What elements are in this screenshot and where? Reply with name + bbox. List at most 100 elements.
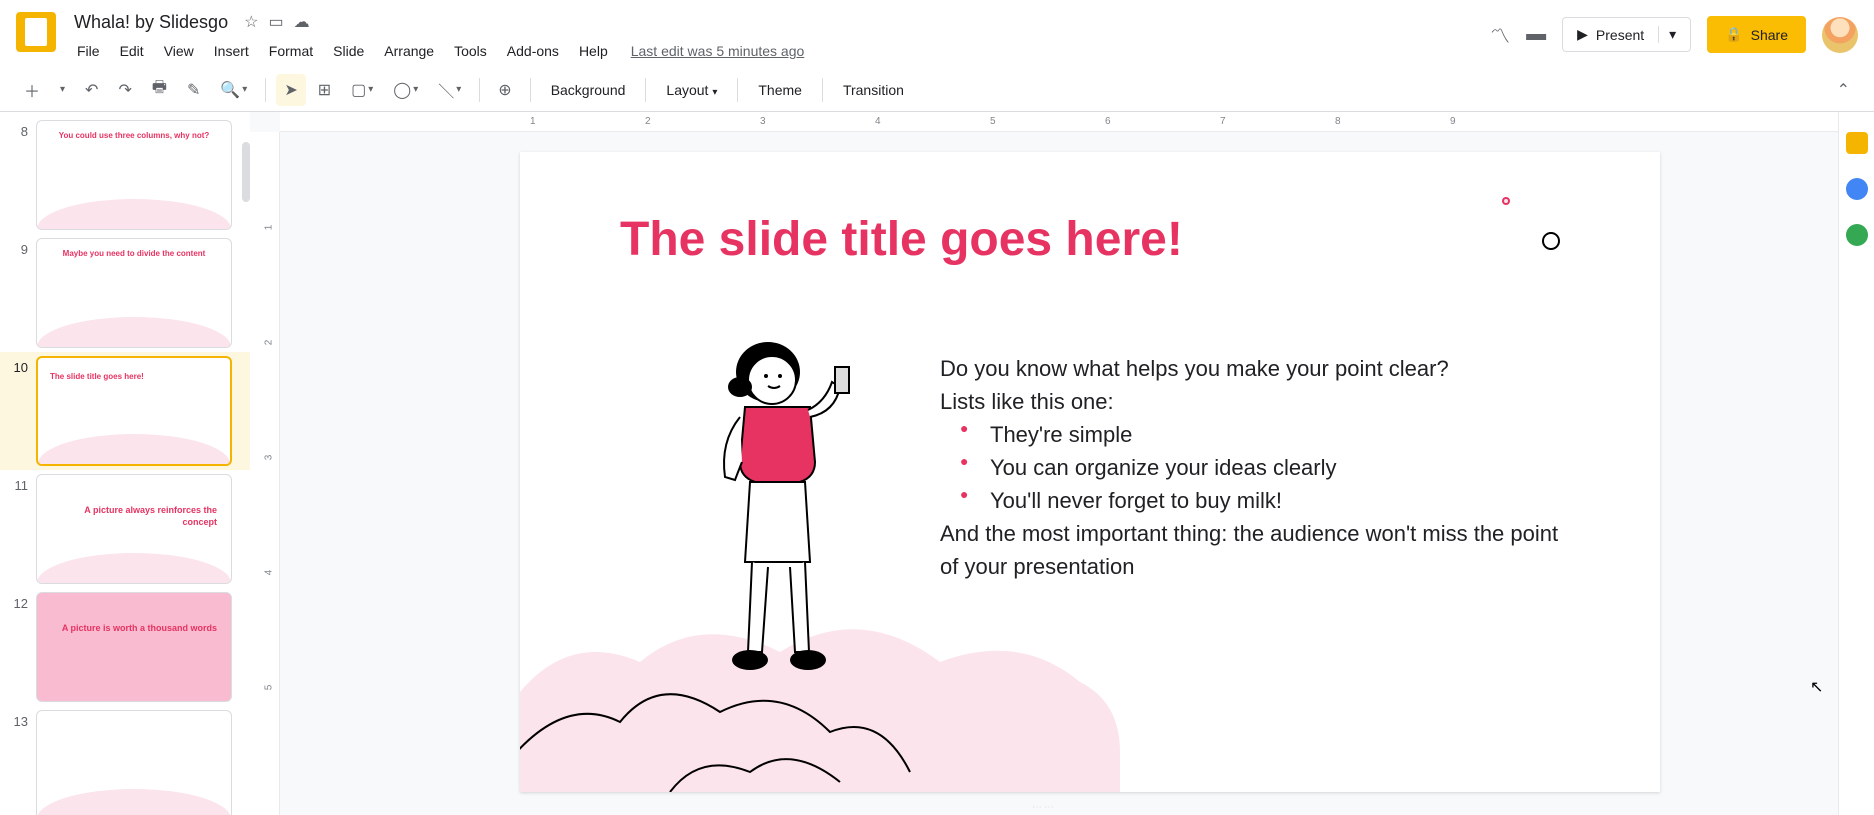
redo-button[interactable]: ↷ [110,74,139,106]
slide-bullet: You'll never forget to buy milk! [990,484,1560,517]
share-label: Share [1751,27,1788,43]
paint-format-button[interactable]: ✎ [179,74,208,106]
addon-tasks-icon[interactable] [1846,224,1868,246]
drag-handle-icon[interactable]: ⋯⋯ [1032,802,1056,813]
comment-button[interactable]: ⊕ [490,74,519,106]
slide-panel[interactable]: 8 You could use three columns, why not? 9M… [0,112,250,815]
shape-tool[interactable]: ◯ ▾ [385,74,426,106]
cloud-icon[interactable]: ☁ [294,12,310,32]
star-icon[interactable]: ☆ [244,12,258,32]
collapse-toolbar-icon[interactable]: ⌃ [1829,74,1858,106]
girl-illustration [690,332,870,692]
menu-file[interactable]: File [68,39,109,63]
slide-bullet: They're simple [990,418,1560,451]
present-label: Present [1596,27,1644,43]
thumb-row[interactable]: 11 A picture always reinforces the concep… [0,470,250,588]
thumb-number: 13 [8,710,28,729]
theme-button[interactable]: Theme [748,76,812,104]
ruler-horizontal: 123456789 [280,112,1838,132]
menu-format[interactable]: Format [260,39,322,63]
circle-decoration [1502,197,1510,205]
mouse-cursor: ↖ [1810,677,1823,697]
thumb-cloud [37,553,231,583]
separator [645,78,646,102]
image-tool[interactable]: ▢ ▾ [343,74,381,106]
background-button[interactable]: Background [541,76,636,104]
new-slide-dropdown-icon[interactable]: ▾ [52,78,73,101]
undo-button[interactable]: ↶ [77,74,106,106]
menu-addons[interactable]: Add-ons [498,39,568,63]
slide-thumbnail[interactable] [36,710,232,815]
thumb-number: 8 [8,120,28,139]
thumb-row[interactable]: 9 Maybe you need to divide the content [0,234,250,352]
circle-decoration [1542,232,1560,250]
doc-title[interactable]: Whala! by Slidesgo [68,10,234,35]
thumb-row[interactable]: 8 You could use three columns, why not? [0,116,250,234]
thumb-number: 12 [8,592,28,611]
slide-para1b: Lists like this one: [940,385,1560,418]
thumb-cloud [37,199,231,229]
scrollbar-thumb[interactable] [242,142,250,202]
slide-body[interactable]: Do you know what helps you make your poi… [940,352,1560,583]
canvas-area[interactable]: 123456789 12345 The slide title goes her… [250,112,1838,815]
thumb-cloud [37,317,231,347]
slide-para1a: Do you know what helps you make your poi… [940,352,1560,385]
select-tool[interactable]: ➤ [276,74,305,106]
thumb-cloud [37,789,231,815]
zoom-button[interactable]: 🔍 ▾ [212,74,255,106]
menu-tools[interactable]: Tools [445,39,496,63]
menu-edit[interactable]: Edit [111,39,153,63]
thumb-title: A picture is worth a thousand words [37,593,231,639]
menu-view[interactable]: View [155,39,203,63]
menu-insert[interactable]: Insert [205,39,258,63]
menu-help[interactable]: Help [570,39,617,63]
ruler-vertical: 12345 [250,132,280,815]
lock-icon: 🔒 [1725,26,1742,43]
slide-thumbnail[interactable]: The slide title goes here! [36,356,232,466]
move-icon[interactable]: ▭ [268,12,283,32]
share-button[interactable]: 🔒 Share [1707,16,1806,53]
present-button[interactable]: ▶ Present ▾ [1562,17,1691,52]
addon-keep-icon[interactable] [1846,178,1868,200]
separator [737,78,738,102]
textbox-tool[interactable]: ⊞ [310,74,339,106]
thumb-row[interactable]: 13 [0,706,250,815]
menu-slide[interactable]: Slide [324,39,373,63]
thumb-number: 10 [8,356,28,375]
print-button[interactable]: 🖶 [144,70,175,109]
thumb-title: A picture always reinforces the concept [37,475,231,532]
line-tool[interactable]: ＼ ▾ [430,72,469,108]
new-slide-button[interactable]: ＋ [16,72,48,108]
slide-thumbnail[interactable]: Maybe you need to divide the content [36,238,232,348]
thumb-row[interactable]: 10 The slide title goes here! [0,352,250,470]
slide-bullet: You can organize your ideas clearly [990,451,1560,484]
thumb-title: Maybe you need to divide the content [37,239,231,262]
toolbar: ＋ ▾ ↶ ↷ 🖶 ✎ 🔍 ▾ ➤ ⊞ ▢ ▾ ◯ ▾ ＼ ▾ ⊕ Backgr… [0,68,1874,112]
thumb-row[interactable]: 12 A picture is worth a thousand words [0,588,250,706]
present-dropdown-icon[interactable]: ▾ [1658,26,1676,43]
slide-thumbnail[interactable]: You could use three columns, why not? [36,120,232,230]
slide-canvas[interactable]: The slide title goes here! Do you know w… [520,152,1660,792]
thumb-number: 11 [8,474,28,493]
layout-button[interactable]: Layout ▾ [656,76,727,104]
separator [479,78,480,102]
menu-arrange[interactable]: Arrange [375,39,443,63]
menu-bar: File Edit View Insert Format Slide Arran… [68,36,1490,66]
slides-logo[interactable] [16,12,56,52]
comments-icon[interactable]: ▬ [1526,23,1546,46]
last-edit-link[interactable]: Last edit was 5 minutes ago [631,43,805,59]
activity-icon[interactable]: 〽 [1490,20,1510,49]
present-icon: ▶ [1577,26,1588,43]
addon-calendar-icon[interactable] [1846,132,1868,154]
separator [265,78,266,102]
slide-thumbnail[interactable]: A picture is worth a thousand words [36,592,232,702]
transition-button[interactable]: Transition [833,76,914,104]
separator [530,78,531,102]
thumb-cloud [38,434,230,464]
separator [822,78,823,102]
slide-title[interactable]: The slide title goes here! [620,212,1183,267]
slide-thumbnail[interactable]: A picture always reinforces the concept [36,474,232,584]
thumb-title: The slide title goes here! [38,358,230,385]
thumb-number: 9 [8,238,28,257]
avatar[interactable] [1822,17,1858,53]
